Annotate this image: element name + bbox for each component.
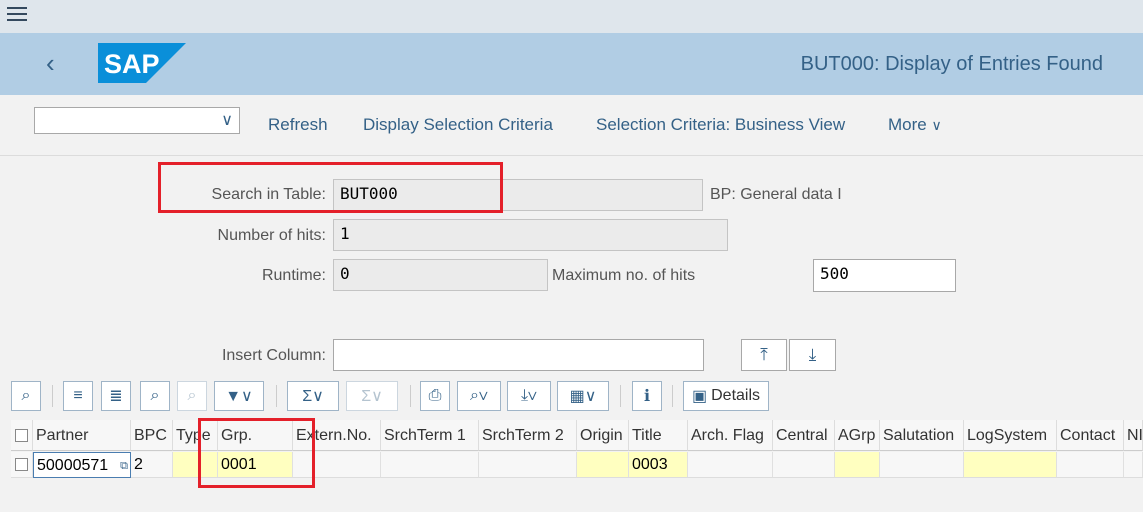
print-icon[interactable]: ⎙ — [420, 381, 450, 411]
column-header[interactable]: Central — [773, 420, 835, 451]
chevron-down-icon: ∨ — [931, 117, 942, 133]
row-select-checkbox[interactable] — [15, 458, 28, 471]
more-label: More — [888, 115, 927, 134]
insert-column-label: Insert Column: — [221, 347, 326, 364]
highlight-box-group — [198, 418, 315, 488]
column-header[interactable]: LogSystem — [964, 420, 1057, 451]
layout-icon[interactable]: ▦∨ — [557, 381, 609, 411]
app-title: BUT000: Display of Entries Found — [800, 53, 1103, 75]
value-help-icon[interactable]: ⧉ — [120, 453, 128, 477]
upload-arrow-icon: ⤒ — [760, 345, 768, 364]
subtotal-icon: Σ∨ — [346, 381, 398, 411]
table-cell[interactable] — [880, 452, 964, 478]
table-cell[interactable]: 0003 — [629, 452, 688, 478]
maximum-hits-label: Maximum no. of hits — [552, 267, 696, 284]
select-all-cell[interactable] — [11, 420, 33, 451]
table-cell[interactable]: 2 — [131, 452, 173, 478]
sort-ascending-icon[interactable]: ≡ — [63, 381, 93, 411]
table-cell[interactable] — [1124, 452, 1143, 478]
refresh-button[interactable]: Refresh — [268, 115, 328, 135]
top-bar — [0, 0, 1143, 33]
sap-logo: SAP — [98, 43, 186, 83]
selection-criteria-business-view-button[interactable]: Selection Criteria: Business View — [596, 115, 845, 135]
column-header[interactable]: Contact — [1057, 420, 1124, 451]
number-of-hits-field: 1 — [333, 219, 728, 251]
number-of-hits-label: Number of hits: — [217, 227, 326, 244]
info-icon[interactable]: ℹ — [632, 381, 662, 411]
move-down-button[interactable]: ⤓ — [789, 339, 836, 371]
display-selection-criteria-button[interactable]: Display Selection Criteria — [363, 115, 553, 135]
zoom-icon[interactable]: ⌕ — [11, 381, 41, 411]
sort-descending-icon[interactable]: ≣ — [101, 381, 131, 411]
column-header[interactable]: SrchTerm 2 — [479, 420, 577, 451]
table-cell[interactable] — [577, 452, 629, 478]
filter-icon[interactable]: ▼∨ — [214, 381, 264, 411]
row-select-cell[interactable] — [11, 452, 33, 478]
details-label: Details — [711, 387, 761, 404]
highlight-box-table — [158, 162, 503, 213]
partner-value: 50000571 — [37, 457, 109, 474]
search-next-icon: ⌕ — [177, 381, 207, 411]
export-icon[interactable]: ⤓∨ — [507, 381, 551, 411]
runtime-label: Runtime: — [261, 267, 326, 284]
more-button[interactable]: More ∨ — [888, 115, 942, 135]
table-cell[interactable] — [688, 452, 773, 478]
table-cell[interactable] — [773, 452, 835, 478]
runtime-field: 0 — [333, 259, 548, 291]
column-header[interactable]: NI — [1124, 420, 1143, 451]
column-header[interactable]: Partner — [33, 420, 131, 451]
table-description: BP: General data I — [710, 186, 842, 203]
column-header[interactable]: BPC — [131, 420, 173, 451]
move-up-button[interactable]: ⤒ — [741, 339, 787, 371]
details-button[interactable]: ▣ Details — [683, 381, 769, 411]
column-header[interactable]: Salutation — [880, 420, 964, 451]
details-icon: ▣ — [691, 388, 708, 405]
table-cell[interactable] — [381, 452, 479, 478]
insert-column-field[interactable] — [333, 339, 704, 371]
table-cell-partner[interactable]: 50000571 ⧉ — [33, 452, 131, 478]
column-header[interactable]: SrchTerm 1 — [381, 420, 479, 451]
chevron-down-icon: ∨ — [221, 112, 233, 129]
maximum-hits-field[interactable]: 500 — [813, 259, 956, 292]
back-icon[interactable]: ‹ — [46, 50, 55, 76]
table-cell[interactable] — [1057, 452, 1124, 478]
column-header[interactable]: Origin — [577, 420, 629, 451]
sum-icon[interactable]: Σ∨ — [287, 381, 339, 411]
table-cell[interactable] — [964, 452, 1057, 478]
table-cell[interactable] — [835, 452, 880, 478]
download-arrow-icon: ⤓ — [808, 345, 817, 364]
table-cell[interactable] — [479, 452, 577, 478]
search-icon[interactable]: ⌕ — [140, 381, 170, 411]
column-header[interactable]: Arch. Flag — [688, 420, 773, 451]
column-header[interactable]: AGrp — [835, 420, 880, 451]
column-header[interactable]: Title — [629, 420, 688, 451]
print-preview-icon[interactable]: ⌕∨ — [457, 381, 501, 411]
variant-select[interactable]: ∨ — [34, 107, 240, 134]
svg-text:SAP: SAP — [104, 49, 160, 79]
menu-icon[interactable] — [7, 7, 27, 23]
select-all-checkbox[interactable] — [15, 429, 28, 442]
